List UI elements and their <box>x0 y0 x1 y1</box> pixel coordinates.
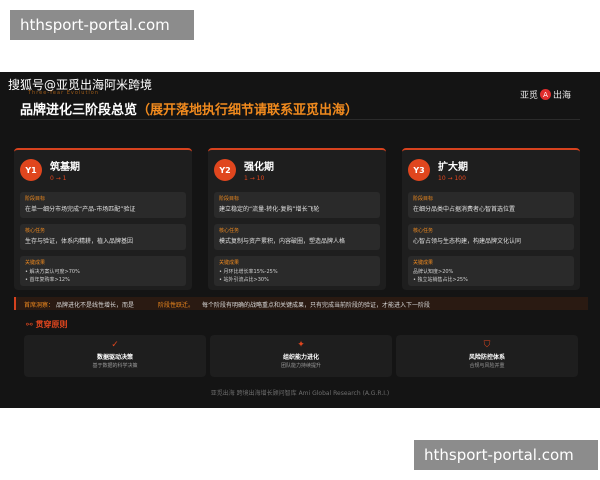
kpi-label: 关键成果 <box>219 260 240 266</box>
stage-badge: Y1 <box>20 159 42 181</box>
watermark-top: hthsport-portal.com <box>10 10 194 40</box>
stage-task: 核心任务 生存与验证，体系内精耕，植入品牌基因 <box>20 224 186 250</box>
stage-goal: 阶段目标 在单一细分市场完成“产品-市场匹配”验证 <box>20 192 186 218</box>
title-divider <box>20 119 580 120</box>
principle-desc: 团队能力持续提升 <box>280 363 321 369</box>
watermark-bottom: hthsport-portal.com <box>414 440 598 470</box>
principle-name: 数据驱动决策 <box>96 354 133 361</box>
stage-task: 核心任务 心智占领与生态构建，构建品牌文化认同 <box>408 224 574 250</box>
credit-subtitle: Three-Year Evolution <box>28 90 100 96</box>
goal-label: 阶段目标 <box>413 196 434 202</box>
stage-kpis: 关键成果 • 解决方案认可度>70% • 首年复购率>12% <box>20 256 186 286</box>
brand-mark-icon: A <box>540 89 552 100</box>
principles-heading: ⚯ 贯穿原则 <box>26 320 68 329</box>
presentation-slide: 搜狐号@亚觅出海阿米跨境 Three-Year Evolution 品牌进化三阶… <box>0 72 600 408</box>
brand-left: 亚觅 <box>520 91 539 101</box>
stage-kpis: 关键成果 • 月环比增长率15%-25% • 站外引流占比>30% <box>214 256 380 286</box>
stage-goal: 阶段目标 在细分品类中占据消费者心智首选位置 <box>408 192 574 218</box>
stage-kpis: 关键成果 品牌认知度>20% • 独立站销售占比>25% <box>408 256 574 286</box>
goal-text: 在细分品类中占据消费者心智首选位置 <box>413 206 516 213</box>
page-title: 品牌进化三阶段总览（展开落地执行细节请联系亚觅出海） <box>20 99 358 118</box>
principle-card: ✦ 组织能力进化 团队能力持续提升 <box>210 335 392 377</box>
stage-task: 核心任务 模式复制与资产累积，内容破圈，塑造品牌人格 <box>214 224 380 250</box>
task-label: 核心任务 <box>413 228 434 234</box>
stage-name: 强化期 <box>244 162 274 173</box>
principle-desc: 合规与风险并重 <box>469 363 505 369</box>
principle-name: 组织能力进化 <box>282 354 319 361</box>
kpi-label: 关键成果 <box>25 260 46 266</box>
kpi-label: 关键成果 <box>413 260 434 266</box>
stage-goal: 阶段目标 建立稳定的“流量-转化-复购”增长飞轮 <box>214 192 380 218</box>
principle-desc: 基于数据的科学决策 <box>92 363 138 369</box>
stage-card-y3: Y3 扩大期 10 → 100 阶段目标 在细分品类中占据消费者心智首选位置 核… <box>402 148 580 290</box>
principle-card: ⛉ 风险防控体系 合规与风险并重 <box>396 335 578 377</box>
stage-badge: Y3 <box>408 159 430 181</box>
check-icon: ✓ <box>111 340 119 350</box>
stage-badge: Y2 <box>214 159 236 181</box>
kpi-item: • 解决方案认可度>70% <box>25 269 80 275</box>
insight-label: 首席洞察： <box>24 302 55 309</box>
insight-text-a: 品牌进化不是线性增长，而是 <box>56 302 135 309</box>
task-label: 核心任务 <box>25 228 46 234</box>
insight-banner: 首席洞察： 品牌进化不是线性增长，而是 阶段性跃迁。 每个阶段有明确的战略重点和… <box>14 297 588 310</box>
kpi-item: • 站外引流占比>30% <box>219 277 269 283</box>
kpi-item: • 月环比增长率15%-25% <box>219 269 278 275</box>
kpi-item: • 首年复购率>12% <box>25 277 70 283</box>
stage-card-y2: Y2 强化期 1 → 10 阶段目标 建立稳定的“流量-转化-复购”增长飞轮 核… <box>208 148 386 290</box>
task-text: 模式复制与资产累积，内容破圈，塑造品牌人格 <box>219 238 346 245</box>
goal-label: 阶段目标 <box>25 196 46 202</box>
goal-label: 阶段目标 <box>219 196 240 202</box>
insight-text-b: 每个阶段有明确的战略重点和关键成果，只有完成当前阶段的验证，才能进入下一阶段 <box>202 302 431 309</box>
stage-range: 10 → 100 <box>438 175 466 182</box>
task-text: 心智占领与生态构建，构建品牌文化认同 <box>413 238 522 245</box>
task-text: 生存与验证，体系内精耕，植入品牌基因 <box>25 238 134 245</box>
brand-logo: 亚觅 A 出海 <box>520 88 571 101</box>
stage-range: 0 → 1 <box>50 175 67 182</box>
title-main: 品牌进化三阶段总览 <box>20 103 138 118</box>
principle-name: 风险防控体系 <box>468 354 505 361</box>
stage-name: 扩大期 <box>438 162 468 173</box>
stage-card-y1: Y1 筑基期 0 → 1 阶段目标 在单一细分市场完成“产品-市场匹配”验证 核… <box>14 148 192 290</box>
principles-title: 贯穿原则 <box>35 320 68 329</box>
brand-right: 出海 <box>553 91 572 101</box>
principle-card: ✓ 数据驱动决策 基于数据的科学决策 <box>24 335 206 377</box>
insight-highlight: 阶段性跃迁。 <box>158 302 195 309</box>
kpi-item: 品牌认知度>20% <box>413 269 454 275</box>
shield-icon: ⛉ <box>483 340 491 350</box>
goal-text: 建立稳定的“流量-转化-复购”增长飞轮 <box>219 206 320 213</box>
title-subtitle: （展开落地执行细节请联系亚觅出海） <box>137 103 359 118</box>
kpi-item: • 独立站销售占比>25% <box>413 277 468 283</box>
goal-text: 在单一细分市场完成“产品-市场匹配”验证 <box>25 206 136 213</box>
task-label: 核心任务 <box>219 228 240 234</box>
sparkle-icon: ✦ <box>297 340 305 350</box>
stage-range: 1 → 10 <box>244 175 265 182</box>
stage-name: 筑基期 <box>50 162 80 173</box>
slide-footer: 亚觅出海 跨境出海增长顾问智库 Ami Global Research (A.G… <box>210 390 390 397</box>
